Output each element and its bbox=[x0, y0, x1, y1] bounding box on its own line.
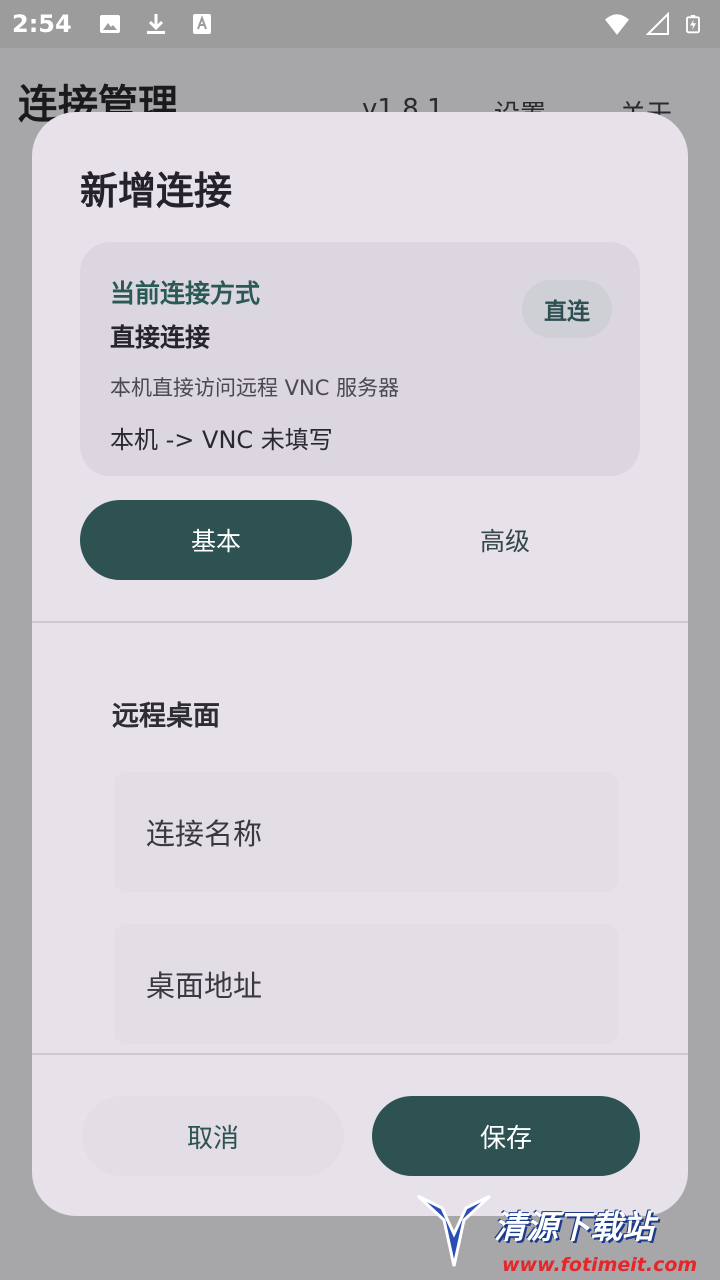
connection-mode-label: 当前连接方式 bbox=[110, 279, 261, 308]
divider-top bbox=[32, 621, 688, 623]
battery-charging-icon bbox=[686, 15, 700, 34]
section-title-remote-desktop: 远程桌面 bbox=[112, 701, 220, 732]
connection-route-status: 本机 -> VNC 未填写 bbox=[110, 426, 333, 454]
desktop-address-input[interactable]: 桌面地址 bbox=[114, 924, 618, 1044]
download-icon bbox=[146, 14, 165, 34]
image-icon bbox=[99, 15, 120, 33]
tab-basic[interactable]: 基本 bbox=[80, 500, 352, 580]
watermark-text: 清源下载站 bbox=[494, 1208, 655, 1246]
connection-name-input[interactable]: 连接名称 bbox=[114, 772, 618, 892]
watermark-logo-icon bbox=[416, 1194, 492, 1267]
a-text-icon bbox=[192, 14, 211, 34]
connection-mode-description: 本机直接访问远程 VNC 服务器 bbox=[110, 376, 400, 400]
divider-bottom bbox=[32, 1053, 688, 1055]
status-time: 2:54 bbox=[12, 10, 72, 38]
wifi-icon bbox=[605, 14, 629, 35]
save-button[interactable]: 保存 bbox=[372, 1096, 640, 1176]
connection-mode-card: 当前连接方式 直接连接 本机直接访问远程 VNC 服务器 本机 -> VNC 未… bbox=[80, 242, 640, 476]
watermark: 清源下载站 www.fotimeit.com bbox=[414, 1186, 720, 1280]
signal-icon bbox=[646, 12, 669, 35]
status-bar: 2:54 bbox=[0, 0, 720, 48]
connection-mode-value: 直接连接 bbox=[110, 323, 211, 352]
direct-connect-badge[interactable]: 直连 bbox=[522, 280, 612, 338]
watermark-url: www.fotimeit.com bbox=[502, 1254, 698, 1276]
cancel-button[interactable]: 取消 bbox=[82, 1096, 344, 1176]
new-connection-dialog: 新增连接 当前连接方式 直接连接 本机直接访问远程 VNC 服务器 本机 -> … bbox=[32, 112, 688, 1216]
dialog-title: 新增连接 bbox=[80, 169, 233, 213]
tab-advanced[interactable]: 高级 bbox=[370, 500, 640, 580]
